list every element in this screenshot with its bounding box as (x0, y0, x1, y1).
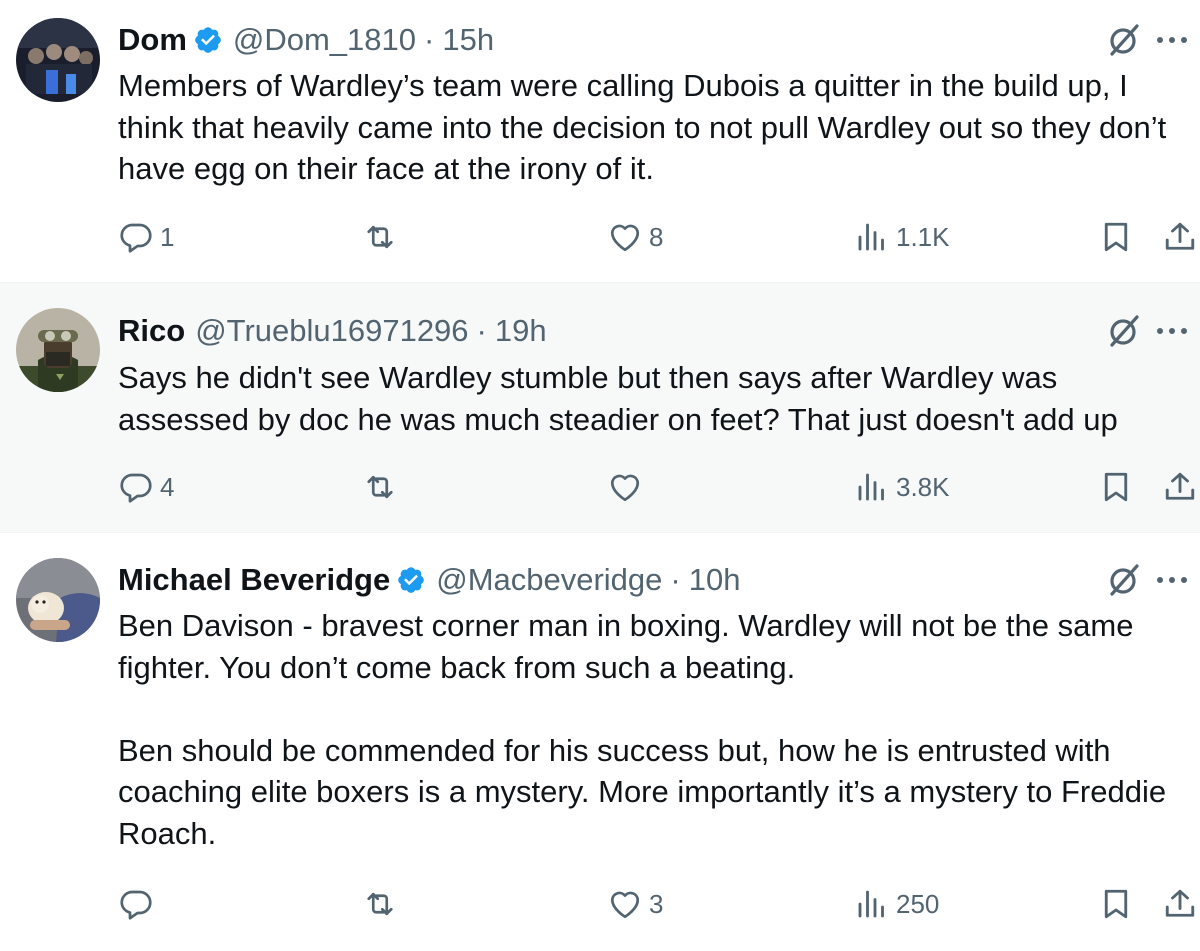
tweet-3[interactable]: Michael Beveridge @Macbeveridge · 10h Be… (0, 533, 1200, 951)
like-count: 3 (649, 888, 664, 919)
separator: · (476, 313, 487, 348)
repost-icon (367, 892, 393, 916)
share-button[interactable] (1162, 462, 1198, 512)
bookmark-button[interactable] (1098, 879, 1134, 929)
more-icon[interactable] (1152, 311, 1192, 351)
repost-button[interactable] (362, 462, 404, 512)
tweet-2[interactable]: Rico @Trueblu16971296 · 19h Says he didn… (0, 283, 1200, 533)
separator: · (670, 562, 681, 597)
author-name[interactable]: Michael Beveridge (118, 562, 390, 598)
views-button[interactable]: 3.8K (854, 462, 950, 512)
more-icon[interactable] (1152, 560, 1192, 600)
timestamp[interactable]: 10h (689, 562, 741, 598)
reply-icon (120, 473, 152, 503)
avatar[interactable] (16, 18, 100, 102)
reply-icon (120, 890, 152, 920)
repost-icon (367, 475, 393, 499)
verified-badge-icon (398, 567, 425, 593)
tweet-header: Dom @Dom_1810 · 15h (118, 20, 494, 60)
timestamp[interactable]: 15h (442, 22, 494, 58)
action-bar: 4 3.8K (0, 462, 1200, 512)
like-count: 8 (649, 221, 664, 252)
grok-icon[interactable] (1104, 20, 1144, 60)
views-button[interactable]: 250 (854, 879, 939, 929)
like-icon (610, 891, 640, 919)
view-count: 3.8K (896, 471, 950, 502)
tweet-paragraph: Says he didn't see Wardley stumble but t… (118, 360, 1118, 437)
tweet-text: Says he didn't see Wardley stumble but t… (118, 357, 1188, 440)
grok-icon[interactable] (1104, 560, 1144, 600)
author-name[interactable]: Dom (118, 22, 187, 58)
like-icon (610, 224, 640, 252)
reply-count: 1 (160, 221, 175, 252)
tweet-header: Rico @Trueblu16971296 · 19h (118, 311, 547, 351)
bookmark-icon (1104, 222, 1128, 252)
repost-button[interactable] (362, 879, 404, 929)
verified-badge-icon (195, 27, 221, 53)
like-icon (610, 474, 640, 502)
reply-button[interactable] (118, 879, 160, 929)
share-icon (1165, 889, 1195, 917)
tweet-1[interactable]: Dom @Dom_1810 · 15h Members of Wardley’s… (0, 0, 1200, 283)
view-count: 250 (896, 888, 940, 919)
bookmark-icon (1104, 889, 1128, 919)
share-icon (1165, 472, 1195, 500)
action-bar: 3 250 (0, 879, 1200, 929)
tweet-paragraph: Ben should be commended for his success … (118, 732, 1167, 851)
avatar[interactable] (16, 308, 100, 392)
author-name[interactable]: Rico (118, 313, 185, 349)
tweet-paragraph: Members of Wardley’s team were calling D… (118, 68, 1167, 186)
timestamp[interactable]: 19h (495, 313, 547, 349)
more-icon[interactable] (1152, 20, 1192, 60)
views-icon (858, 890, 884, 918)
share-icon (1165, 222, 1195, 250)
bookmark-button[interactable] (1098, 212, 1134, 262)
avatar[interactable] (16, 558, 100, 642)
like-button[interactable] (607, 462, 649, 512)
bookmark-icon (1104, 472, 1128, 502)
views-icon (858, 473, 884, 501)
action-bar: 1 8 1.1K (0, 212, 1200, 262)
reply-icon (120, 223, 152, 253)
separator: · (424, 22, 435, 57)
like-button[interactable]: 3 (607, 879, 663, 929)
author-handle[interactable]: @Dom_1810 (233, 22, 416, 58)
author-handle[interactable]: @Macbeveridge (436, 562, 662, 598)
like-button[interactable]: 8 (607, 212, 663, 262)
grok-icon[interactable] (1104, 311, 1144, 351)
share-button[interactable] (1162, 212, 1198, 262)
reply-count: 4 (160, 471, 175, 502)
tweet-paragraph: Ben Davison - bravest corner man in boxi… (118, 608, 1134, 685)
repost-button[interactable] (362, 212, 404, 262)
reply-button[interactable]: 4 (118, 462, 174, 512)
author-handle[interactable]: @Trueblu16971296 (195, 313, 468, 349)
share-button[interactable] (1162, 879, 1198, 929)
reply-button[interactable]: 1 (118, 212, 174, 262)
repost-icon (367, 225, 393, 249)
tweet-header: Michael Beveridge @Macbeveridge · 10h (118, 560, 740, 600)
bookmark-button[interactable] (1098, 462, 1134, 512)
tweet-text: Ben Davison - bravest corner man in boxi… (118, 605, 1188, 854)
views-icon (858, 223, 884, 251)
views-button[interactable]: 1.1K (854, 212, 950, 262)
tweet-text: Members of Wardley’s team were calling D… (118, 65, 1188, 190)
view-count: 1.1K (896, 221, 950, 252)
